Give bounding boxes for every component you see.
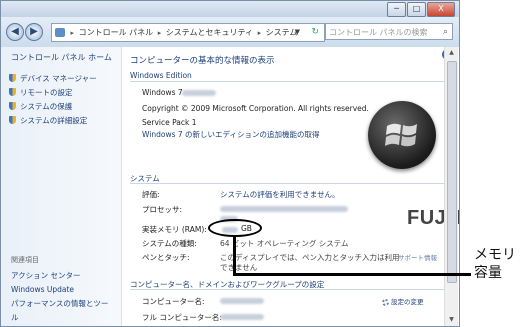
maximize-button[interactable]: □ <box>407 2 426 17</box>
minimize-button[interactable]: ─ <box>387 2 406 17</box>
sidebar-item-label: システムの詳細設定 <box>20 115 88 125</box>
system-type-label: システムの種類: <box>142 239 197 248</box>
processor-value-redacted <box>220 206 348 212</box>
edition-section-title: Windows Edition <box>130 71 192 80</box>
back-arrow-icon: ◀ <box>11 26 19 37</box>
sidebar-item-device-manager[interactable]: デバイス マネージャー <box>9 71 97 85</box>
chevron-right-icon: ▸ <box>70 29 75 37</box>
close-button[interactable]: X <box>427 2 455 17</box>
sidebar-item-label: デバイス マネージャー <box>20 73 97 83</box>
edition-name-redacted <box>182 90 216 96</box>
rating-value[interactable]: システムの評価を利用できません。 <box>220 189 340 200</box>
ram-label: 実装メモリ (RAM): <box>142 225 207 234</box>
chevron-right-icon: ▸ <box>257 29 262 37</box>
address-dropdown-icon[interactable]: ▼ <box>295 24 300 41</box>
rating-label: 評価: <box>142 190 160 199</box>
windows-flag-icon <box>385 123 417 147</box>
related-title: 関連項目 <box>11 256 39 264</box>
pen-touch-value-2: できません <box>220 263 258 272</box>
refresh-icon[interactable]: ↻ <box>311 24 319 41</box>
control-panel-icon <box>55 28 65 37</box>
scroll-thumb[interactable] <box>447 61 457 283</box>
back-button[interactable]: ◀ <box>6 23 24 41</box>
sidebar-item-label: リモートの設定 <box>20 87 73 97</box>
vertical-scrollbar[interactable]: ▲ ▼ <box>444 47 458 326</box>
annotation-line-1: メモリ <box>474 247 516 263</box>
chevron-right-icon: ▸ <box>157 29 162 37</box>
edition-product: Windows 7 <box>142 88 183 97</box>
ram-highlight-ellipse <box>208 219 262 237</box>
gear-icon <box>382 298 389 306</box>
pen-touch-label: ペンとタッチ: <box>142 253 190 262</box>
copyright-text: Copyright © 2009 Microsoft Corporation. … <box>142 104 369 113</box>
search-icon[interactable]: ⌕ <box>443 24 448 41</box>
system-type-value: 64 ビット オペレーティング システム <box>220 239 349 248</box>
processor-label: プロセッサ: <box>142 205 183 214</box>
scroll-down-icon[interactable]: ▼ <box>445 314 458 326</box>
sidebar-item-advanced-settings[interactable]: システムの詳細設定 <box>9 113 97 127</box>
forward-button[interactable]: ▶ <box>25 23 43 41</box>
shield-icon <box>9 116 16 124</box>
breadcrumb-control-panel[interactable]: コントロール パネル <box>77 28 156 37</box>
forward-arrow-icon: ▶ <box>30 26 38 37</box>
sidebar-item-remote-settings[interactable]: リモートの設定 <box>9 85 97 99</box>
related-windows-update[interactable]: Windows Update <box>11 283 115 297</box>
divider <box>130 183 444 184</box>
search-input[interactable]: コントロール パネルの検索 ⌕ <box>325 23 453 40</box>
annotation-line-2: 容量 <box>474 265 502 281</box>
navigation-bar: ◀ ▶ ▸ コントロール パネル ▸ システムとセキュリティ ▸ システム ▼ … <box>1 17 459 47</box>
related-action-center[interactable]: アクション センター <box>11 269 115 283</box>
sidebar-item-label: システムの保護 <box>20 101 73 111</box>
scroll-up-icon[interactable]: ▲ <box>445 47 458 59</box>
divider <box>130 81 444 82</box>
full-computer-name-label: フル コンピューター名: <box>142 313 222 322</box>
sidebar-home-link[interactable]: コントロール パネル ホーム <box>11 52 112 63</box>
breadcrumb-system-security[interactable]: システムとセキュリティ <box>164 28 255 37</box>
upgrade-link[interactable]: Windows 7 の新しいエディションの追加機能の取得 <box>142 129 320 140</box>
windows-logo <box>368 101 436 169</box>
memory-capacity-annotation: メモリ 容量 <box>474 246 516 282</box>
address-bar[interactable]: ▸ コントロール パネル ▸ システムとセキュリティ ▸ システム ▼ ↻ <box>51 23 325 42</box>
search-placeholder: コントロール パネルの検索 <box>329 28 428 37</box>
full-computer-name-redacted <box>220 314 264 320</box>
main-content: ? コンピューターの基本的な情報の表示 Windows Edition Wind… <box>122 47 459 326</box>
change-settings-link[interactable]: 設定の変更 <box>382 296 424 306</box>
callout-line-horizontal <box>233 273 471 276</box>
system-window: ─ □ X ◀ ▶ ▸ コントロール パネル ▸ システムとセキュリティ ▸ シ… <box>0 0 460 327</box>
shield-icon <box>9 88 16 96</box>
page-title: コンピューターの基本的な情報の表示 <box>130 56 275 66</box>
title-bar: ─ □ X <box>1 1 459 17</box>
computer-name-label: コンピューター名: <box>142 297 205 306</box>
shield-icon <box>9 102 16 110</box>
support-info-link[interactable]: サポート情報 <box>398 252 437 262</box>
sidebar: コントロール パネル ホーム デバイス マネージャー リモートの設定 システムの… <box>1 47 122 326</box>
callout-line-vertical <box>233 237 236 275</box>
related-performance-tools[interactable]: パフォーマンスの情報とツール <box>11 297 115 325</box>
divider <box>130 289 444 290</box>
shield-icon <box>9 74 16 82</box>
sidebar-item-system-protection[interactable]: システムの保護 <box>9 99 97 113</box>
service-pack: Service Pack 1 <box>142 118 197 127</box>
computer-name-redacted <box>220 298 264 304</box>
